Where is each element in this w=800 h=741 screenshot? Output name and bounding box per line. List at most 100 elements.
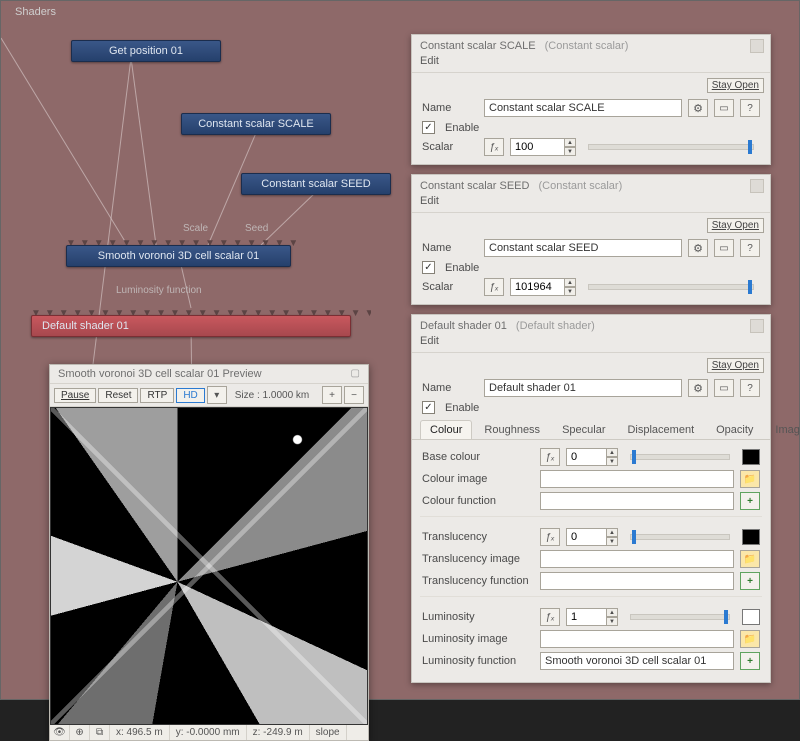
name-field[interactable] xyxy=(484,239,682,257)
fx-icon[interactable] xyxy=(484,278,504,296)
node-get-position[interactable]: Get position 01 xyxy=(71,40,221,62)
panel-default-shader[interactable]: Default shader 01 (Default shader) Edit … xyxy=(411,314,771,683)
luminosity-image-field[interactable] xyxy=(540,630,734,648)
scalar-input[interactable] xyxy=(510,278,564,296)
preview-title: Smooth voronoi 3D cell scalar 01 Preview xyxy=(58,368,262,380)
preview-window[interactable]: Smooth voronoi 3D cell scalar 01 Preview… xyxy=(49,364,369,741)
panel-constant-seed[interactable]: Constant scalar SEED (Constant scalar) E… xyxy=(411,174,771,305)
tab-roughness[interactable]: Roughness xyxy=(474,420,550,439)
rtp-button[interactable]: RTP xyxy=(140,388,174,403)
luminosity-label: Luminosity xyxy=(422,611,534,623)
help-icon[interactable] xyxy=(740,239,760,257)
tab-opacity[interactable]: Opacity xyxy=(706,420,763,439)
panel-constant-scale[interactable]: Constant scalar SCALE (Constant scalar) … xyxy=(411,34,771,165)
enable-label: Enable xyxy=(445,262,479,274)
translucency-image-label: Translucency image xyxy=(422,553,534,565)
node-constant-scale[interactable]: Constant scalar SCALE xyxy=(181,113,331,135)
scalar-slider[interactable] xyxy=(588,284,754,290)
scalar-spinner[interactable]: ▲▼ xyxy=(510,278,576,296)
scalar-input[interactable] xyxy=(510,138,564,156)
plus-icon[interactable] xyxy=(740,572,760,590)
settings-icon[interactable] xyxy=(688,239,708,257)
window-icon[interactable] xyxy=(714,379,734,397)
enable-checkbox[interactable] xyxy=(422,261,435,274)
name-field[interactable] xyxy=(484,99,682,117)
fx-icon[interactable] xyxy=(540,528,560,546)
fx-icon[interactable] xyxy=(540,608,560,626)
colour-swatch[interactable] xyxy=(742,449,760,465)
edit-menu[interactable]: Edit xyxy=(412,195,770,209)
name-field[interactable] xyxy=(484,379,682,397)
colour-swatch[interactable] xyxy=(742,609,760,625)
crop-icon[interactable]: ⧉ xyxy=(90,725,110,740)
zoom-in-icon[interactable]: + xyxy=(322,386,342,404)
window-icon[interactable] xyxy=(714,239,734,257)
workspace-tab[interactable]: Shaders xyxy=(7,3,68,21)
preview-image[interactable] xyxy=(50,407,368,725)
translucency-spinner[interactable]: ▲▼ xyxy=(566,528,618,546)
tab-displacement[interactable]: Displacement xyxy=(617,420,704,439)
luminosity-slider[interactable] xyxy=(630,614,730,620)
name-label: Name xyxy=(422,382,478,394)
folder-icon[interactable] xyxy=(740,630,760,648)
edit-menu[interactable]: Edit xyxy=(412,335,770,349)
stay-open-button[interactable]: Stay Open xyxy=(707,358,764,373)
tab-colour[interactable]: Colour xyxy=(420,420,472,439)
preview-close-icon[interactable]: ▢ xyxy=(351,368,360,380)
luminosity-spinner[interactable]: ▲▼ xyxy=(566,608,618,626)
help-icon[interactable] xyxy=(740,379,760,397)
target-icon[interactable]: ⊕ xyxy=(70,725,90,740)
preview-status-bar: 👁 ⊕ ⧉ x: 496.5 m y: -0.0000 mm z: -249.9… xyxy=(50,725,368,740)
panel-subtitle: (Default shader) xyxy=(516,320,595,332)
preview-options-icon[interactable]: ▾ xyxy=(207,386,227,404)
colour-swatch[interactable] xyxy=(742,529,760,545)
window-icon[interactable] xyxy=(714,99,734,117)
stay-open-button[interactable]: Stay Open xyxy=(707,78,764,93)
settings-icon[interactable] xyxy=(688,379,708,397)
fx-icon[interactable] xyxy=(484,138,504,156)
preview-size-label: Size : 1.0000 km xyxy=(235,390,309,401)
colour-image-label: Colour image xyxy=(422,473,534,485)
shader-graph-canvas[interactable]: Shaders ▼▼▼▼▼▼▼▼▼▼▼▼▼▼▼▼▼▼▼▼▼▼▼▼▼▼▼▼▼▼ G… xyxy=(0,0,800,700)
luminosity-function-field[interactable] xyxy=(540,652,734,670)
close-icon[interactable] xyxy=(750,319,764,333)
panel-title: Constant scalar SEED xyxy=(420,180,529,192)
enable-checkbox[interactable] xyxy=(422,401,435,414)
reset-button[interactable]: Reset xyxy=(98,388,138,403)
colour-image-field[interactable] xyxy=(540,470,734,488)
eye-icon[interactable]: 👁 xyxy=(50,725,70,740)
colour-function-field[interactable] xyxy=(540,492,734,510)
node-voronoi[interactable]: Smooth voronoi 3D cell scalar 01 xyxy=(66,245,291,267)
zoom-out-icon[interactable]: − xyxy=(344,386,364,404)
pause-button[interactable]: Pause xyxy=(54,388,96,403)
shader-tabs[interactable]: Colour Roughness Specular Displacement O… xyxy=(412,420,770,440)
settings-icon[interactable] xyxy=(688,99,708,117)
colour-function-label: Colour function xyxy=(422,495,534,507)
node-default-shader[interactable]: Default shader 01 xyxy=(31,315,351,337)
panel-title: Default shader 01 xyxy=(420,320,507,332)
base-colour-spinner[interactable]: ▲▼ xyxy=(566,448,618,466)
scalar-label: Scalar xyxy=(422,141,478,153)
close-icon[interactable] xyxy=(750,39,764,53)
translucency-function-label: Translucency function xyxy=(422,575,534,587)
translucency-image-field[interactable] xyxy=(540,550,734,568)
translucency-function-field[interactable] xyxy=(540,572,734,590)
node-constant-seed[interactable]: Constant scalar SEED xyxy=(241,173,391,195)
help-icon[interactable] xyxy=(740,99,760,117)
plus-icon[interactable] xyxy=(740,652,760,670)
scalar-slider[interactable] xyxy=(588,144,754,150)
hd-button[interactable]: HD xyxy=(176,388,204,403)
edit-menu[interactable]: Edit xyxy=(412,55,770,69)
tab-specular[interactable]: Specular xyxy=(552,420,615,439)
base-colour-slider[interactable] xyxy=(630,454,730,460)
tab-images[interactable]: Images xyxy=(765,420,800,439)
stay-open-button[interactable]: Stay Open xyxy=(707,218,764,233)
enable-checkbox[interactable] xyxy=(422,121,435,134)
plus-icon[interactable] xyxy=(740,492,760,510)
translucency-slider[interactable] xyxy=(630,534,730,540)
folder-icon[interactable] xyxy=(740,470,760,488)
scalar-spinner[interactable]: ▲▼ xyxy=(510,138,576,156)
fx-icon[interactable] xyxy=(540,448,560,466)
close-icon[interactable] xyxy=(750,179,764,193)
folder-icon[interactable] xyxy=(740,550,760,568)
